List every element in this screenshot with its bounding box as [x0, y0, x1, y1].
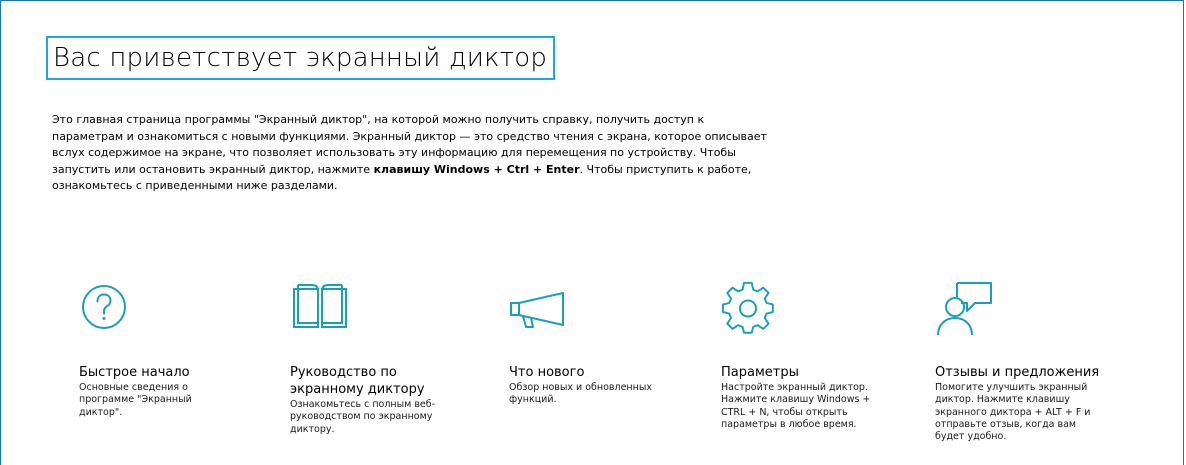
tile-whats-new-title: Что нового Обзор новых и обновленных фун… — [509, 364, 699, 407]
tile-settings-description: Настройте экранный диктор. Нажмите клави… — [721, 382, 871, 430]
narrator-home-window: Вас приветствует экранный диктор Это гла… — [0, 0, 1184, 465]
tile-narrator-guide-description: Ознакомьтесь с полным веб-руководством п… — [290, 399, 436, 435]
help-circle-icon — [79, 281, 143, 345]
intro-text: Это главная страница программы "Экранный… — [52, 112, 772, 195]
book-icon — [290, 281, 354, 345]
page-title: Вас приветствует экранный диктор — [46, 36, 556, 80]
feedback-person-icon — [935, 281, 999, 345]
tile-quick-start-description: Основные сведения о программе "Экранный … — [79, 382, 192, 418]
intro-hotkey: клавишу Windows + Ctrl + Enter — [373, 162, 580, 176]
tile-feedback-description: Помогите улучшить экранный диктор. Нажми… — [935, 382, 1091, 443]
tile-feedback-title: Отзывы и предложения Помогите улучшить э… — [935, 364, 1125, 443]
gear-icon — [721, 281, 785, 345]
tile-narrator-guide-label: Руководство по экранному диктору — [290, 365, 425, 397]
tile-quick-start-title: Быстрое начало Основные сведения о прогр… — [79, 364, 269, 419]
tile-settings-title: Параметры Настройте экранный диктор. Наж… — [721, 364, 911, 431]
tile-whats-new-description: Обзор новых и обновленных функций. — [509, 382, 652, 406]
tile-quick-start-label: Быстрое начало — [79, 365, 190, 380]
megaphone-icon — [509, 281, 573, 345]
tile-narrator-guide-title: Руководство по экранному диктору Ознаком… — [290, 364, 440, 436]
tile-settings-label: Параметры — [721, 365, 799, 380]
tile-whats-new-label: Что нового — [509, 365, 585, 380]
tile-feedback-label: Отзывы и предложения — [935, 365, 1100, 380]
